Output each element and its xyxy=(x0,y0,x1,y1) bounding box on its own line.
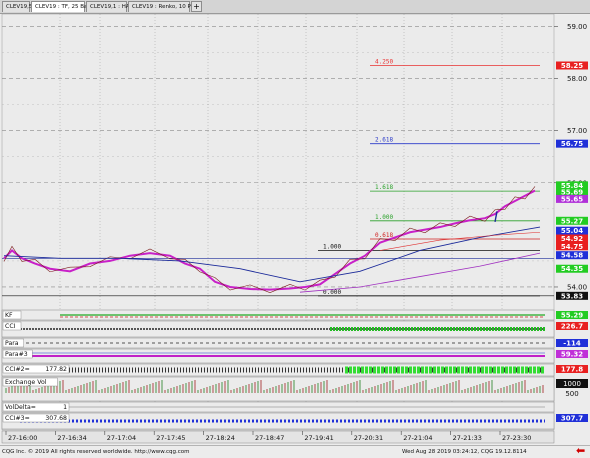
panel-badge-label-para3: 59.32 xyxy=(561,351,583,359)
time-tick-label: 27-21:04 xyxy=(403,434,432,442)
copyright-text: CQG Inc. © 2019 All rights reserved worl… xyxy=(2,449,190,455)
panel-value-cci3: 307.68 xyxy=(45,415,67,422)
time-tick-label: 27-21:33 xyxy=(453,434,482,442)
time-tick-label: 27-18:24 xyxy=(206,434,235,442)
panel-label-para: Para xyxy=(5,340,19,347)
price-tick-label: 59.00 xyxy=(567,23,587,31)
panel-badge-label-cci3: 307.7 xyxy=(561,415,583,423)
fib-level-label: 4.250 xyxy=(375,59,393,66)
price-tick-label: 54.00 xyxy=(567,283,587,291)
panel-badge-label-kf: 55.29 xyxy=(561,312,583,320)
price-badge-label: 53.83 xyxy=(561,292,583,300)
panel-value-cci2: 177.82 xyxy=(45,366,67,373)
panel-label-voldelta: VolDelta= xyxy=(5,404,36,411)
price-badge-label: 58.25 xyxy=(561,62,583,70)
tab-clev19-tf-25-bars[interactable]: CLEV19 : TF, 25 Bars xyxy=(31,1,93,12)
chart-tab-bar: CLEV19,5 CLEV19 : TF, 25 Bars CLEV19,1 :… xyxy=(0,0,590,14)
tab-clev19-renko[interactable]: CLEV19 : Renko, 10 Price xyxy=(128,1,201,12)
panel-badge-label-cci2: 177.8 xyxy=(561,366,583,374)
price-badge-label: 56.75 xyxy=(561,140,583,148)
price-badge-label: 54.35 xyxy=(561,265,583,273)
time-tick-label: 27-16:00 xyxy=(8,434,37,442)
back-arrow-icon[interactable]: ⬅ xyxy=(576,445,588,457)
panel-badge-label-cci: 226.7 xyxy=(561,323,583,331)
panel-label-exvol: Exchange Vol xyxy=(5,379,47,386)
chart-area[interactable]: 4.2502.6181.6181.0000.6181.0000.000 59.0… xyxy=(0,14,590,445)
panel-value-voldelta: 1 xyxy=(63,404,67,411)
time-tick-label: 27-23:30 xyxy=(502,434,531,442)
tab-clev19-5[interactable]: CLEV19,5 xyxy=(2,1,32,12)
fib-level-label: 1.618 xyxy=(375,184,393,191)
time-tick-label: 27-20:31 xyxy=(354,434,383,442)
panel-label-cci2: CCI#2= xyxy=(5,366,30,373)
fib-level-label: 2.618 xyxy=(375,137,393,144)
price-badge-label: 55.04 xyxy=(561,227,583,235)
time-tick-label: 27-17:04 xyxy=(107,434,136,442)
panel-label-kf: KF xyxy=(5,312,13,319)
timestamp-text: Wed Aug 28 2019 03:24:12, CQG 19.12.8114 xyxy=(402,449,527,455)
volume-scale-label: 500 xyxy=(565,390,578,398)
time-tick-label: 27-19:41 xyxy=(304,434,333,442)
panel-label-cci3: CCI#3= xyxy=(5,415,30,422)
price-tick-label: 57.00 xyxy=(567,127,587,135)
price-badge-label: 55.27 xyxy=(561,217,583,225)
panel-label-cci: CCI xyxy=(5,323,16,330)
add-tab-button[interactable]: + xyxy=(191,1,202,12)
time-tick-label: 27-16:34 xyxy=(57,434,86,442)
volume-scale-label: 1000 xyxy=(563,380,581,388)
panel-badge-label-para: -114 xyxy=(563,340,581,348)
price-badge-label: 54.58 xyxy=(561,252,583,260)
fib-level-label: 1.000 xyxy=(323,243,341,250)
price-badge-label: 54.75 xyxy=(561,243,583,251)
panel-label-para3: Para#3 xyxy=(5,351,28,358)
price-tick-label: 58.00 xyxy=(567,75,587,83)
price-badge-label: 54.92 xyxy=(561,235,583,243)
status-bar: CQG Inc. © 2019 All rights reserved worl… xyxy=(0,445,590,458)
fib-level-label: 1.000 xyxy=(375,214,393,221)
tab-clev19-1-ha[interactable]: CLEV19,1 : HA xyxy=(86,1,130,12)
time-tick-label: 27-18:47 xyxy=(255,434,284,442)
price-badge-label: 55.65 xyxy=(561,195,583,203)
time-tick-label: 27-17:45 xyxy=(156,434,185,442)
